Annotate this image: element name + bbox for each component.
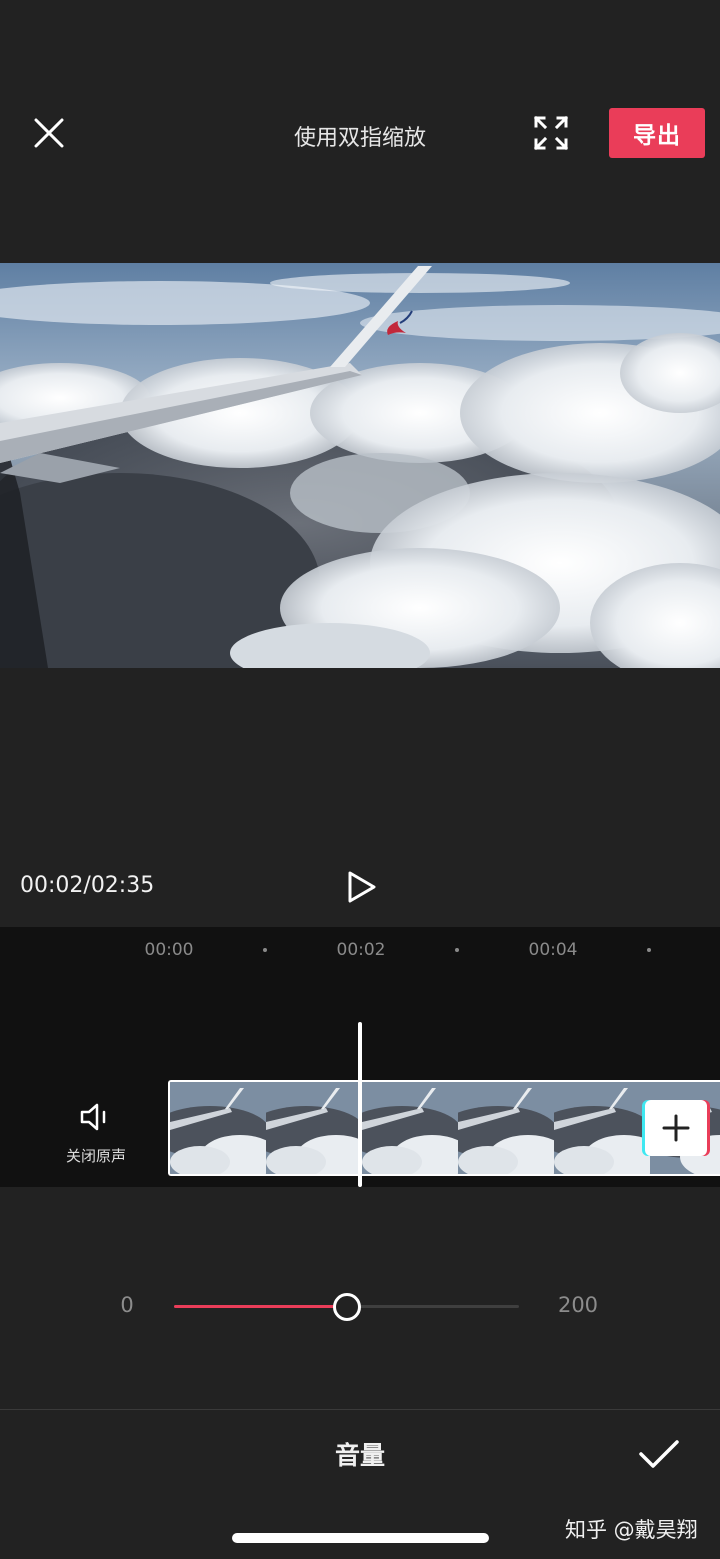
tick-dot [455,948,459,952]
tick-dot [263,948,267,952]
close-icon [34,118,64,148]
volume-max-label: 200 [557,1293,599,1317]
fullscreen-icon [533,115,569,151]
page-title: 使用双指缩放 [293,126,426,151]
check-icon [639,1440,679,1468]
tick-label: 00:04 [528,940,578,960]
tick-label: 00:00 [144,940,194,960]
plus-icon [662,1114,690,1142]
mute-original-audio-button[interactable]: 关闭原声 [0,1080,168,1187]
clip-thumbnail [554,1082,651,1174]
play-icon [348,871,376,903]
clip-thumbnail [362,1082,459,1174]
volume-slider-knob[interactable] [332,1293,361,1321]
home-indicator[interactable] [232,1533,489,1543]
watermark: 知乎 @戴昊翔 [565,1518,698,1542]
confirm-button[interactable] [636,1434,682,1474]
tick-dot [647,948,651,952]
fullscreen-button[interactable] [530,112,572,154]
volume-min-label: 0 [120,1293,134,1317]
play-button[interactable] [342,868,380,906]
add-clip-button[interactable] [645,1100,707,1156]
volume-slider[interactable] [174,1293,519,1321]
clip-thumbnail [458,1082,555,1174]
video-clip-track[interactable] [168,1080,720,1176]
clip-thumbnail [170,1082,267,1174]
divider [0,1409,720,1410]
mute-label: 关闭原声 [65,1147,126,1165]
video-preview[interactable] [0,263,720,668]
tick-label: 00:02 [336,940,386,960]
clip-thumbnail [266,1082,363,1174]
panel-title: 音量 [334,1441,385,1470]
speaker-icon [80,1103,106,1131]
playhead[interactable] [358,1022,362,1187]
preview-image [0,263,720,668]
export-button[interactable]: 导出 [609,108,705,158]
time-readout: 00:02/02:35 [20,873,155,898]
close-button[interactable] [26,110,72,156]
volume-slider-fill [174,1305,347,1308]
